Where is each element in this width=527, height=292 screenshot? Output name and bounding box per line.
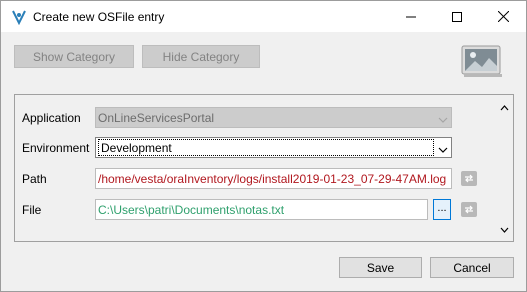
application-value: OnLineServicesPortal: [98, 110, 215, 125]
file-swap-button[interactable]: [461, 202, 477, 217]
minimize-button[interactable]: [388, 1, 434, 32]
chevron-down-icon: [438, 113, 448, 127]
swap-icon: [465, 205, 473, 214]
file-field[interactable]: C:\Users\patri\Documents\notas.txt: [95, 199, 428, 220]
swap-icon: [465, 174, 473, 183]
path-field[interactable]: /home/vesta/oraInventory/logs/install201…: [95, 168, 452, 189]
file-value: C:\Users\patri\Documents\notas.txt: [98, 202, 285, 217]
file-label: File: [22, 203, 42, 217]
minimize-icon: [406, 16, 416, 17]
environment-value: Development: [98, 139, 434, 156]
image-button[interactable]: [460, 44, 504, 78]
environment-select[interactable]: Development: [95, 137, 452, 158]
maximize-button[interactable]: [434, 1, 480, 32]
entry-form-panel: Application OnLineServicesPortal Environ…: [14, 94, 514, 242]
close-button[interactable]: [480, 1, 526, 32]
application-select[interactable]: OnLineServicesPortal: [95, 107, 452, 128]
show-category-button[interactable]: Show Category: [14, 45, 134, 68]
path-value: /home/vesta/oraInventory/logs/install201…: [98, 171, 447, 186]
chevron-down-icon: [438, 143, 448, 157]
vertical-scrollbar[interactable]: [496, 95, 513, 241]
close-icon: [497, 11, 509, 22]
browse-file-button[interactable]: ...: [433, 199, 451, 220]
title-bar: Create new OSFile entry: [1, 1, 526, 32]
scroll-down-icon[interactable]: [500, 222, 509, 236]
maximize-icon: [452, 11, 462, 22]
environment-label: Environment: [22, 141, 90, 155]
path-label: Path: [22, 172, 47, 186]
dialog-window: Create new OSFile entry Show Category Hi…: [0, 0, 527, 292]
cancel-button[interactable]: Cancel: [430, 257, 514, 278]
app-logo-icon: [11, 9, 27, 26]
scroll-up-icon[interactable]: [500, 100, 509, 114]
path-swap-button[interactable]: [461, 171, 477, 186]
hide-category-button[interactable]: Hide Category: [142, 45, 260, 68]
save-button[interactable]: Save: [339, 257, 422, 278]
application-label: Application: [22, 111, 81, 125]
window-title: Create new OSFile entry: [33, 10, 165, 24]
image-icon: [461, 45, 502, 77]
